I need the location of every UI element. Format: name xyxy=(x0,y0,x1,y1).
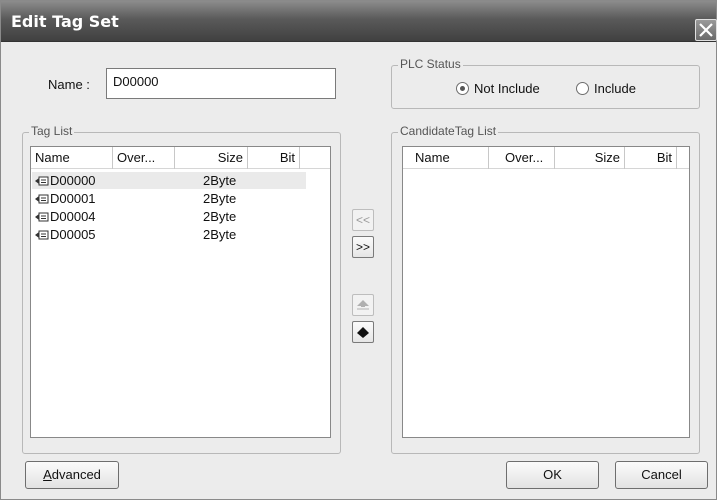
advanced-button-label: Advanced xyxy=(43,467,101,482)
ok-button-label: OK xyxy=(543,467,562,482)
name-label: Name : xyxy=(48,77,90,92)
table-row[interactable]: D00001 2Byte xyxy=(32,190,306,207)
cancel-button[interactable]: Cancel xyxy=(615,461,708,489)
plc-status-group: PLC Status xyxy=(391,57,700,109)
close-icon xyxy=(699,23,713,37)
column-header-over[interactable]: Over... xyxy=(113,147,175,169)
edit-tag-set-dialog: Edit Tag Set Name : D00000 PLC Status No… xyxy=(0,0,717,500)
candidate-tag-list-view[interactable]: Name Over... Size Bit xyxy=(402,146,690,438)
ok-button[interactable]: OK xyxy=(506,461,599,489)
radio-not-include-label: Not Include xyxy=(474,81,540,96)
tag-icon xyxy=(35,194,49,204)
candidate-list-header: Name Over... Size Bit xyxy=(403,147,689,169)
tag-list-view[interactable]: Name Over... Size Bit D00000 2Byte D0000… xyxy=(30,146,331,438)
tag-size: 2Byte xyxy=(203,173,237,188)
tag-icon xyxy=(35,212,49,222)
tag-name: D00005 xyxy=(50,227,96,242)
move-to-candidate-button[interactable]: >> xyxy=(352,236,374,258)
window-title: Edit Tag Set xyxy=(11,12,119,31)
table-row[interactable]: D00000 2Byte xyxy=(32,172,306,189)
column-header-bit[interactable]: Bit xyxy=(625,147,677,169)
tag-name: D00001 xyxy=(50,191,96,206)
tag-list-header: Name Over... Size Bit xyxy=(31,147,330,169)
tag-icon xyxy=(35,230,49,240)
tag-size: 2Byte xyxy=(203,209,237,224)
column-header-name[interactable]: Name xyxy=(31,147,113,169)
table-row[interactable]: D00005 2Byte xyxy=(32,226,306,243)
title-bar[interactable]: Edit Tag Set xyxy=(1,1,717,42)
tag-size: 2Byte xyxy=(203,191,237,206)
tag-icon xyxy=(35,176,49,186)
move-down-icon xyxy=(357,327,369,338)
radio-circle xyxy=(576,82,589,95)
add-to-tag-list-button[interactable]: << xyxy=(352,209,374,231)
close-button[interactable] xyxy=(695,19,717,41)
column-header-size[interactable]: Size xyxy=(555,147,625,169)
column-header-size[interactable]: Size xyxy=(175,147,248,169)
column-header-name[interactable]: Name xyxy=(403,147,489,169)
radio-circle-checked xyxy=(456,82,469,95)
tag-name: D00000 xyxy=(50,173,96,188)
advanced-button[interactable]: Advanced xyxy=(25,461,119,489)
radio-not-include[interactable]: Not Include xyxy=(456,81,540,96)
candidate-tag-list-legend: CandidateTag List xyxy=(398,124,499,138)
column-header-bit[interactable]: Bit xyxy=(248,147,300,169)
move-up-icon xyxy=(357,300,369,310)
column-header-over[interactable]: Over... xyxy=(489,147,555,169)
cancel-button-label: Cancel xyxy=(641,467,682,482)
table-row[interactable]: D00004 2Byte xyxy=(32,208,306,225)
plc-status-legend: PLC Status xyxy=(398,57,463,71)
move-down-button[interactable] xyxy=(352,321,374,343)
tag-name: D00004 xyxy=(50,209,96,224)
radio-include[interactable]: Include xyxy=(576,81,636,96)
radio-include-label: Include xyxy=(594,81,636,96)
move-up-button[interactable] xyxy=(352,294,374,316)
tag-list-legend: Tag List xyxy=(29,124,75,138)
tag-size: 2Byte xyxy=(203,227,237,242)
name-input[interactable]: D00000 xyxy=(106,68,336,99)
